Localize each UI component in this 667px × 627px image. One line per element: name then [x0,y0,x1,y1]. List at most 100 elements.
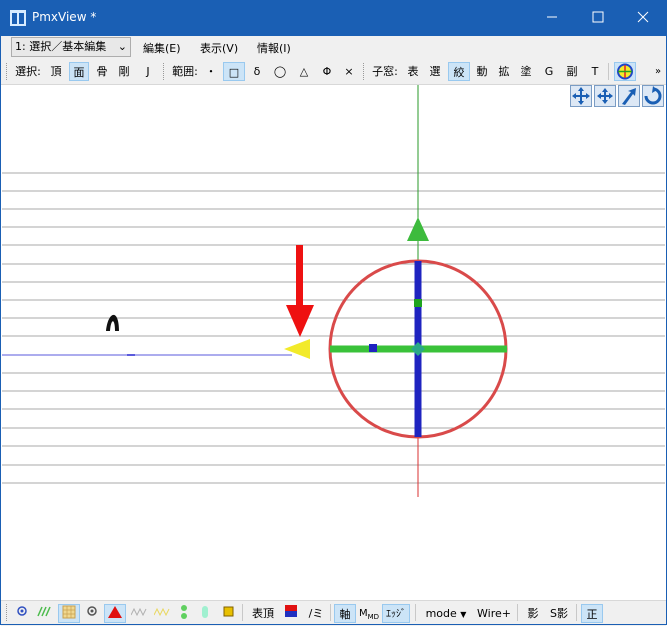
target-dot-icon [87,606,97,616]
close-button[interactable] [620,0,666,34]
select-face-button[interactable]: 面 [69,62,89,81]
wave-lines-icon [130,607,147,617]
normal-display-button[interactable] [35,604,55,623]
axis-marker [127,354,135,356]
joint-display-button[interactable] [197,604,213,623]
wire-button[interactable]: Wire+ [475,604,513,623]
yellow-cube-icon [223,606,234,617]
gizmo-handle-green[interactable] [414,299,422,307]
rotate-view-button[interactable] [642,85,664,107]
select-rigid-button[interactable]: 剛 [115,62,133,81]
subwindow-paint-button[interactable]: 塗 [517,62,535,81]
range-clear-button[interactable]: × [341,62,357,81]
shadow-button[interactable]: 影 [523,604,543,623]
crosshair-circle-icon [617,63,633,80]
status-separator [330,604,331,621]
range-triangle-button[interactable]: △ [295,62,313,81]
pan-view-button[interactable] [570,85,592,107]
diagonal-arrow-icon [622,88,636,105]
up-arrow-icon[interactable] [407,217,429,241]
mirror-button[interactable]: /ミ [304,604,328,623]
range-circle-button[interactable]: ◯ [271,62,289,81]
caret-down-icon: ▼ [460,610,467,619]
range-label: 範囲: [172,65,198,78]
yellow-wave-icon [153,607,170,617]
status-bar: 表頂 /ミ 軸 MMD ｴｯｼﾞ mode ▼ Wire+ 影 S影 正 [1,600,666,626]
toolbar-grip[interactable] [363,63,367,80]
menu-bar: 1: 選択／基本編集 ⌄ 編集(E) 表示(V) 情報(I) [1,36,666,60]
grid-display-button[interactable] [58,604,80,623]
ortho-button[interactable]: 正 [581,604,603,623]
chevron-down-icon: ⌄ [117,40,127,53]
vertex-display-button[interactable] [13,604,31,623]
rotate-arrow-icon [644,86,662,105]
subwindow-t-button[interactable]: T [587,62,603,81]
vertex-dot-icon [17,606,27,616]
color-square-icon [285,605,297,617]
mode-select-value: 1: 選択／基本編集 [15,40,107,53]
down-arrow-icon[interactable] [286,245,314,337]
menu-edit[interactable]: 編集(E) [143,40,181,56]
softbody-display-button[interactable] [219,604,237,623]
edge-button[interactable]: ｴｯｼﾞ [382,604,410,623]
left-arrow-icon[interactable] [284,339,310,359]
red-triangle-icon [108,606,122,618]
range-delta-button[interactable]: δ [249,62,265,81]
toolbar-grip[interactable] [6,604,10,621]
self-shadow-button[interactable]: S影 [546,604,572,623]
mode-select[interactable]: 1: 選択／基本編集 ⌄ [11,37,131,57]
normal-lines-icon [37,606,51,617]
range-point-button[interactable]: ・ [203,62,219,81]
status-separator [517,604,518,621]
select-label: 選択: [15,65,41,78]
status-separator [576,604,577,621]
color-swap-button[interactable] [282,604,300,623]
maximize-button[interactable] [575,0,621,34]
range-phi-button[interactable]: Φ [319,62,335,81]
face-display-button[interactable] [104,604,126,623]
menu-view[interactable]: 表示(V) [200,40,238,56]
range-rect-button[interactable]: □ [223,62,245,81]
viewport-canvas[interactable] [2,85,665,600]
move-view-button[interactable] [594,85,616,107]
target-display-button[interactable] [83,604,101,623]
morph-display-button[interactable] [152,604,172,623]
window-title: PmxView * [32,10,97,24]
bone-display-button[interactable] [129,604,149,623]
transform-gizmo[interactable] [328,259,508,439]
mode-dropdown[interactable]: mode ▼ [421,604,471,623]
subwindow-g-button[interactable]: G [541,62,557,81]
menu-info[interactable]: 情報(I) [257,40,291,56]
zoom-view-button[interactable] [618,85,640,107]
status-separator [242,604,243,621]
select-vertex-button[interactable]: 頂 [47,62,65,81]
toolbar-grip[interactable] [6,63,10,80]
mo-button[interactable]: MMD [358,604,380,623]
subwindow-scale-button[interactable]: 拡 [495,62,513,81]
vertex-table-button[interactable]: 表頂 [248,604,278,623]
minimize-button[interactable] [529,0,575,34]
subwindow-select-button[interactable]: 選 [426,62,444,81]
subwindow-sub-button[interactable]: 副 [563,62,581,81]
app-icon [10,10,26,26]
toolbar-grip[interactable] [163,63,167,80]
mo-label: M [358,608,368,619]
toolbar-overflow-button[interactable]: » [651,62,665,81]
select-bone-button[interactable]: 骨 [93,62,111,81]
subwindow-label: 子窓: [372,65,398,78]
gizmo-center-handle[interactable] [411,342,425,356]
subwindow-table-button[interactable]: 表 [404,62,422,81]
toolbar-separator [608,63,609,80]
title-bar: PmxView * [0,0,667,36]
select-joint-button[interactable]: J [141,62,155,81]
gizmo-handle-blue[interactable] [369,344,377,352]
status-separator [415,604,416,621]
rigid-display-button[interactable] [176,604,192,623]
subwindow-move-button[interactable]: 動 [473,62,491,81]
3d-viewport[interactable] [2,85,665,600]
grid-pattern-icon [62,605,76,619]
axis-button[interactable]: 軸 [334,604,356,623]
model-silhouette [106,314,119,331]
subwindow-filter-button[interactable]: 絞 [448,62,470,81]
target-view-button[interactable] [614,62,636,81]
